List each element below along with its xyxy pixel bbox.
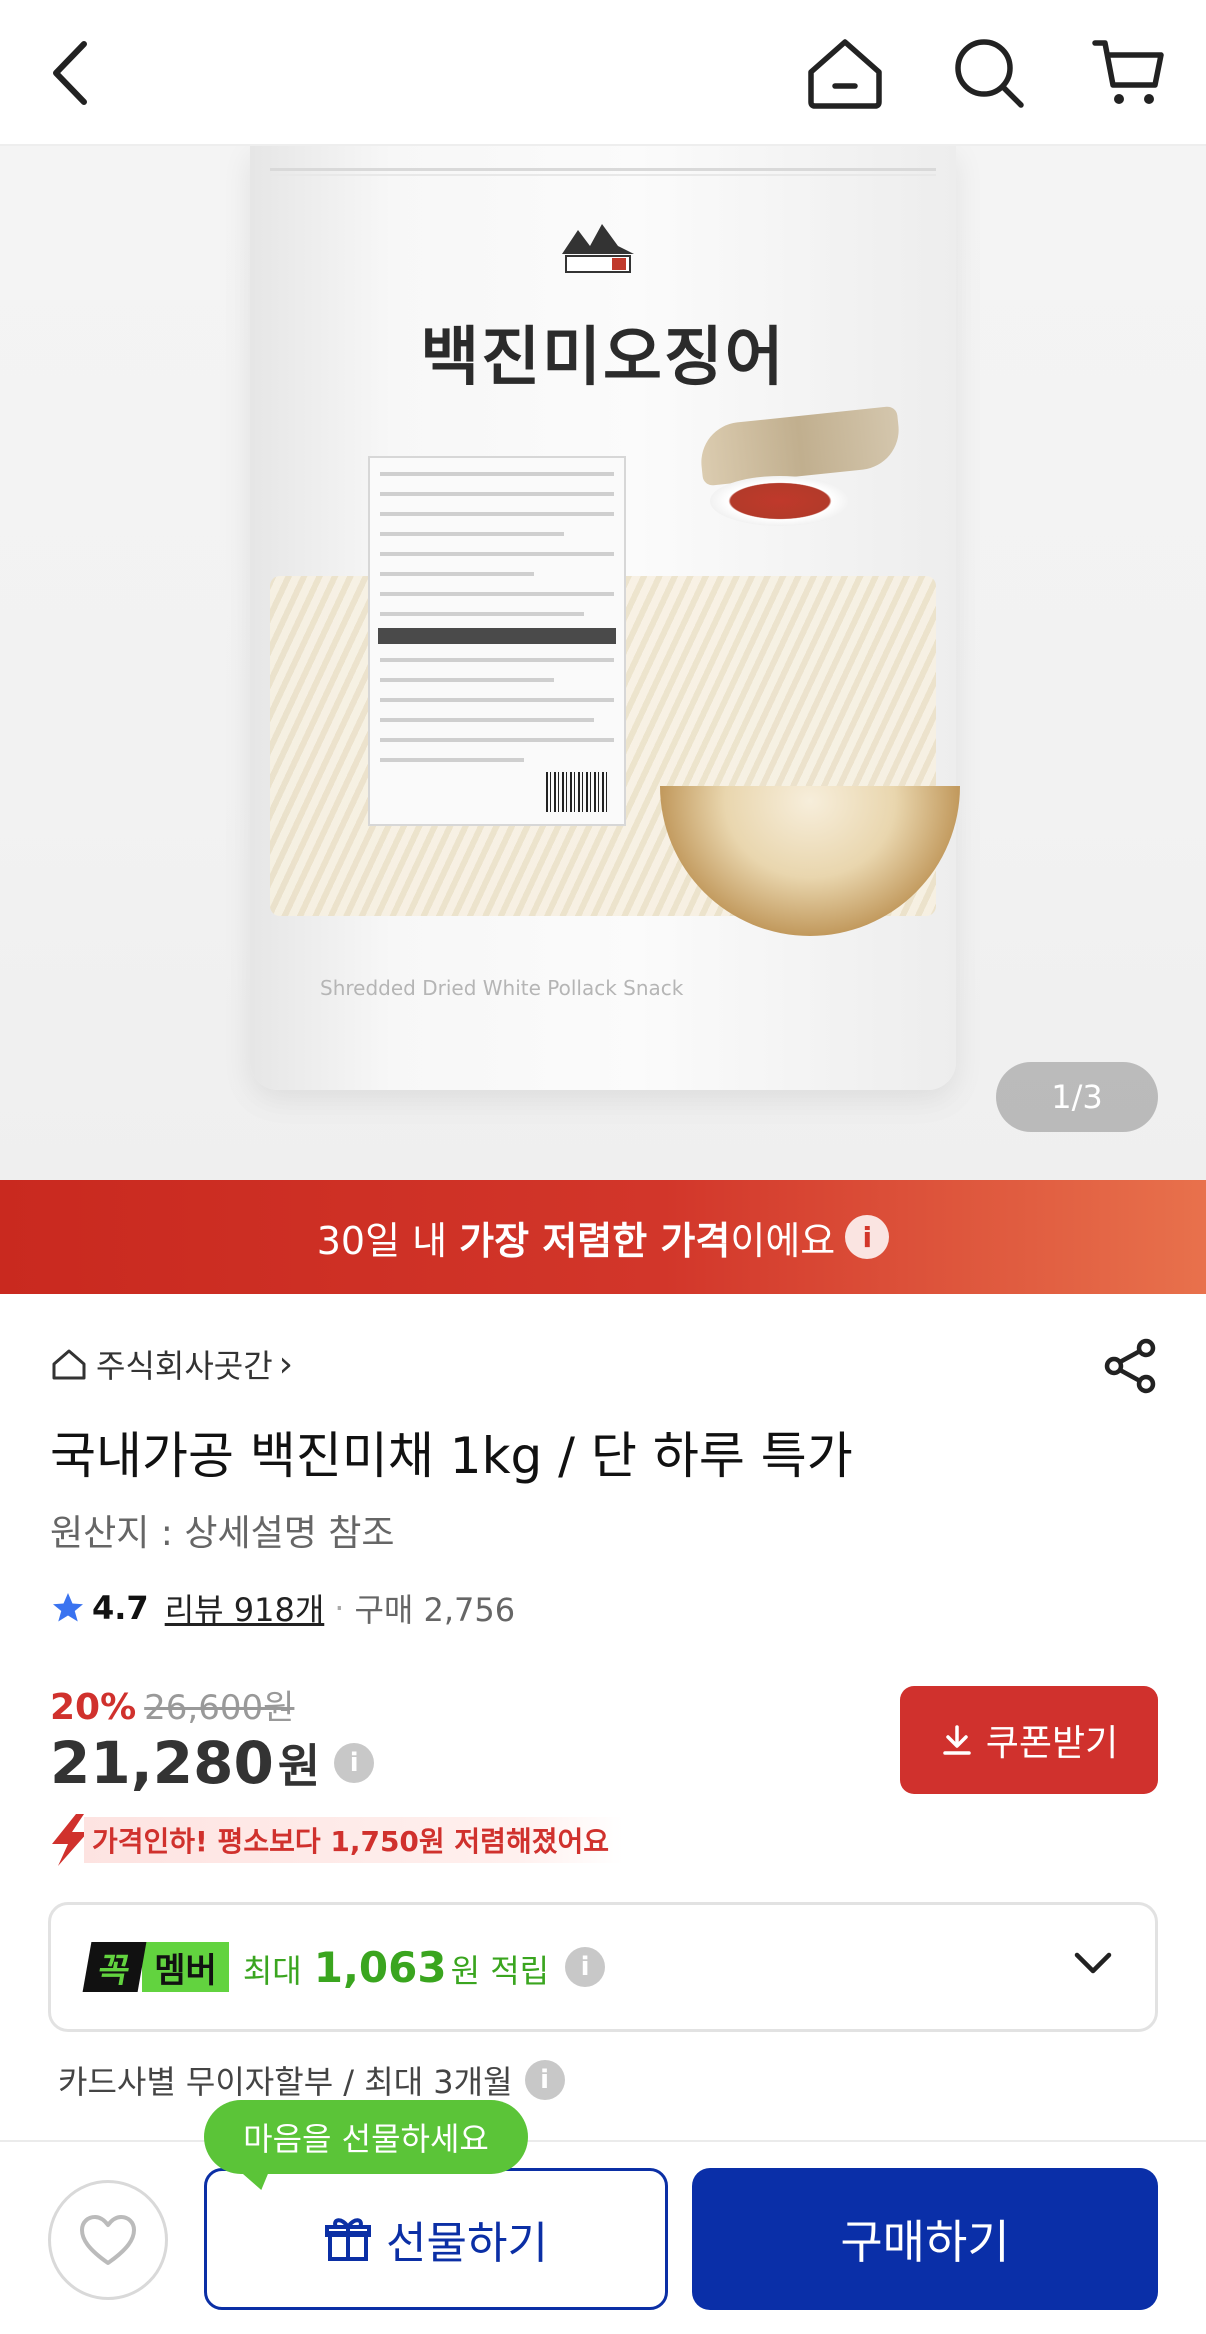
- package-caption: Shredded Dried White Pollack Snack: [320, 976, 684, 1000]
- dried-squid-image: [697, 405, 903, 487]
- sale-price: 21,280: [50, 1729, 274, 1797]
- membership-reward-dropdown[interactable]: 꼭 멤버 최대 1,063 원 적립 i: [48, 1902, 1158, 2032]
- membership-badge-right: 멤버: [142, 1942, 229, 1992]
- search-button[interactable]: [944, 28, 1034, 118]
- buy-button[interactable]: 구매하기: [692, 2168, 1158, 2310]
- price-drop-text: 가격인하! 평소보다 1,750원 저렴해졌어요: [84, 1817, 623, 1863]
- package-title: 백진미오징어: [420, 321, 786, 395]
- info-icon[interactable]: i: [845, 1215, 890, 1259]
- download-icon: [943, 1725, 971, 1755]
- membership-badge-left: 꼭: [82, 1942, 147, 1992]
- wishlist-button[interactable]: [48, 2180, 168, 2300]
- coupon-download-button[interactable]: 쿠폰받기: [900, 1686, 1158, 1794]
- original-price: 26,600원: [144, 1688, 295, 1728]
- gift-label: 선물하기: [386, 2218, 548, 2269]
- installment-info-icon[interactable]: i: [524, 2060, 565, 2100]
- separator-dot: ·: [334, 1589, 345, 1627]
- sale-price-row: 21,280 원 i: [50, 1728, 375, 1798]
- star-icon: [53, 1593, 83, 1622]
- price-unit: 원: [277, 1739, 321, 1793]
- barcode-image: [546, 772, 610, 812]
- store-home-icon: [52, 1349, 86, 1380]
- seller-link[interactable]: 주식회사곳간 ›: [50, 1342, 293, 1386]
- purchase-count: 구매 2,756: [354, 1591, 516, 1629]
- chevron-right-icon: ›: [278, 1343, 294, 1385]
- reward-info-icon[interactable]: i: [565, 1947, 606, 1987]
- installment-info: 카드사별 무이자할부 / 최대 3개월 i: [58, 2056, 565, 2104]
- reward-amount: 1,063: [313, 1942, 447, 1992]
- gift-icon: [325, 2218, 372, 2261]
- product-title: 국내가공 백진미채 1kg / 단 하루 특가: [50, 1427, 853, 1485]
- lowest-price-banner[interactable]: 30일 내 가장 저렴한 가격 이에요 i: [0, 1180, 1206, 1294]
- chevron-down-icon: [1074, 1952, 1112, 1974]
- home-icon: [808, 39, 882, 109]
- share-icon: [1104, 1338, 1156, 1394]
- reward-prefix: 최대: [242, 1951, 302, 1990]
- membership-reward-text: 최대 1,063 원 적립: [243, 1943, 549, 1992]
- reward-suffix: 원 적립: [450, 1951, 550, 1990]
- brand-logo: [562, 224, 634, 273]
- back-button[interactable]: [26, 28, 116, 118]
- share-button[interactable]: [1100, 1336, 1160, 1396]
- banner-prefix: 30일 내: [316, 1218, 460, 1263]
- product-image-carousel[interactable]: 백진미오징어 Shredded Dried White Pollack Snac…: [0, 146, 1206, 1180]
- review-link[interactable]: 리뷰 918개: [165, 1585, 325, 1631]
- product-origin: 원산지 : 상세설명 참조: [50, 1513, 395, 1554]
- heart-icon: [80, 2215, 136, 2265]
- discount-percent: 20%: [50, 1687, 137, 1728]
- banner-suffix: 이에요: [730, 1218, 836, 1263]
- bottom-action-bar: 선물하기 구매하기: [0, 2140, 1206, 2334]
- product-package-image: 백진미오징어 Shredded Dried White Pollack Snac…: [250, 146, 960, 1090]
- sauce-dish-image: [710, 476, 850, 526]
- buy-label: 구매하기: [840, 2215, 1010, 2269]
- nutrition-label: [368, 456, 626, 826]
- membership-badge: 꼭 멤버: [82, 1941, 229, 1993]
- cart-button[interactable]: [1084, 28, 1174, 118]
- gift-tooltip: 마음을 선물하세요: [204, 2100, 528, 2174]
- seller-name: 주식회사곳간: [96, 1347, 273, 1385]
- rating-score: 4.7: [92, 1589, 149, 1627]
- price-drop-notice: 가격인하! 평소보다 1,750원 저렴해졌어요: [46, 1812, 623, 1868]
- installment-text: 카드사별 무이자할부 / 최대 3개월: [58, 2063, 513, 2101]
- rating-row: 4.7 리뷰 918개 · 구매 2,756: [50, 1584, 515, 1632]
- coupon-label: 쿠폰받기: [985, 1723, 1119, 1764]
- cart-icon: [1092, 40, 1164, 104]
- chevron-left-icon: [53, 41, 87, 105]
- search-icon: [955, 39, 1024, 108]
- top-nav-bar: [0, 0, 1206, 146]
- discount-row: 20% 26,600원: [50, 1680, 295, 1728]
- banner-highlight: 가장 저렴한 가격: [459, 1218, 731, 1263]
- price-info-icon[interactable]: i: [334, 1743, 375, 1783]
- home-button[interactable]: [800, 28, 890, 118]
- image-counter: 1/3: [996, 1062, 1158, 1132]
